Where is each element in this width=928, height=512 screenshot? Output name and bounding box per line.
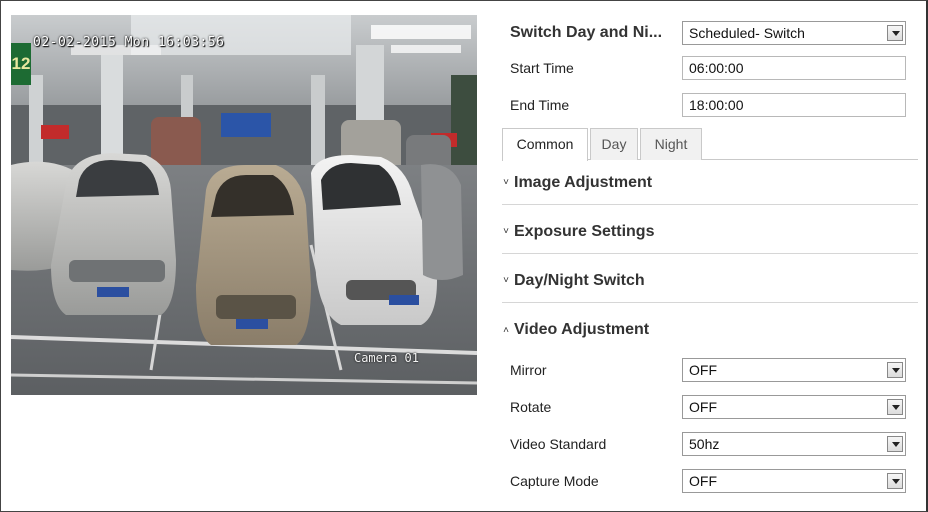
capture-mode-value: OFF [689,473,717,489]
switch-day-night-label: Switch Day and Ni... [510,24,663,41]
switch-day-night-row: Switch Day and Ni... Scheduled- Switch [502,21,918,45]
section-day-night-switch[interactable]: ˅ Day/Night Switch [502,259,918,303]
mirror-label: Mirror [510,362,547,378]
chevron-down-icon[interactable] [887,473,903,489]
end-time-input[interactable]: 18:00:00 [682,93,906,117]
start-time-label: Start Time [510,60,574,76]
mirror-row: Mirror OFF [502,358,918,382]
chevron-down-icon[interactable] [887,399,903,415]
osd-timestamp: 02-02-2015 Mon 16:03:56 [33,35,225,50]
video-standard-select[interactable]: 50hz [682,432,906,456]
osd-camera-name: Camera 01 [353,351,419,365]
section-image-adjustment-label: Image Adjustment [514,173,653,191]
rotate-label: Rotate [510,399,552,415]
video-standard-value: 50hz [689,436,720,452]
rotate-value: OFF [689,399,717,415]
start-time-row: Start Time 06:00:00 [502,56,918,80]
tab-night[interactable]: Night [640,128,702,160]
section-exposure-settings-label: Exposure Settings [514,222,655,240]
section-exposure-settings[interactable]: ˅ Exposure Settings [502,210,918,254]
chevron-down-icon: ˅ [503,275,509,286]
capture-mode-row: Capture Mode OFF [502,469,918,493]
video-standard-row: Video Standard 50hz [502,432,918,456]
capture-mode-select[interactable]: OFF [682,469,906,493]
start-time-input[interactable]: 06:00:00 [682,56,906,80]
rotate-select[interactable]: OFF [682,395,906,419]
section-video-adjustment[interactable]: ˄ Video Adjustment [502,308,918,352]
camera-preview[interactable]: 12 02-02-2015 Mon 16:03:56 Camera 01 [11,15,477,395]
end-time-label: End Time [510,97,570,113]
switch-day-night-select[interactable]: Scheduled- Switch [682,21,906,45]
tab-common[interactable]: Common [502,128,588,161]
chevron-up-icon: ˄ [503,324,509,336]
chevron-down-icon: ˅ [503,226,509,237]
switch-day-night-value: Scheduled- Switch [689,25,805,41]
section-day-night-switch-label: Day/Night Switch [514,271,645,289]
osd-channel-badge: 12 [11,43,31,85]
settings-tabs: Common Day Night [502,128,918,161]
chevron-down-icon: ˅ [503,177,509,188]
parking-garage-image [11,15,477,395]
mirror-select[interactable]: OFF [682,358,906,382]
chevron-down-icon[interactable] [887,25,903,41]
mirror-value: OFF [689,362,717,378]
tab-day[interactable]: Day [590,128,638,160]
chevron-down-icon[interactable] [887,436,903,452]
video-standard-label: Video Standard [510,436,607,452]
rotate-row: Rotate OFF [502,395,918,419]
capture-mode-label: Capture Mode [510,473,599,489]
chevron-down-icon[interactable] [887,362,903,378]
section-video-adjustment-label: Video Adjustment [514,321,650,338]
section-image-adjustment[interactable]: ˅ Image Adjustment [502,161,918,205]
end-time-row: End Time 18:00:00 [502,93,918,117]
